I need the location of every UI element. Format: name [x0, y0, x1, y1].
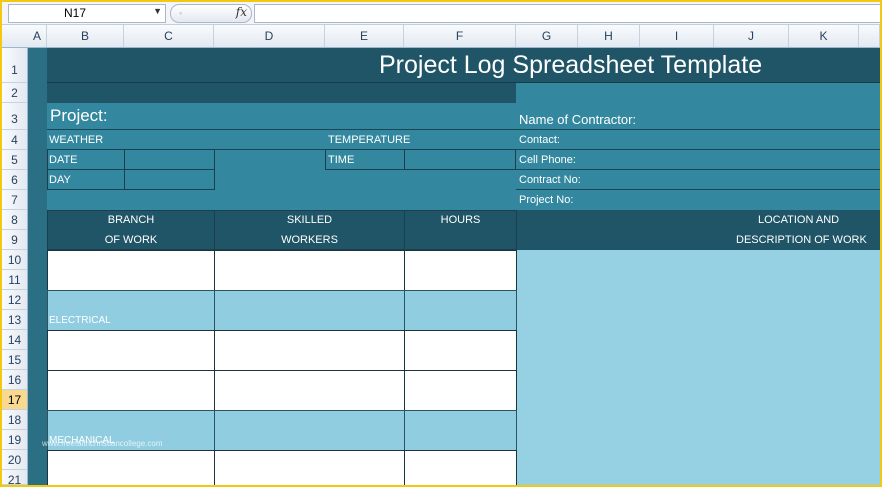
column-header-partial — [859, 25, 880, 47]
row-header[interactable]: 1 — [2, 48, 27, 83]
hours-header: HOURS — [440, 214, 481, 226]
branch-cell[interactable] — [47, 330, 215, 371]
worksheet-grid[interactable]: Project Log Spreadsheet Template Project… — [28, 48, 880, 485]
project-label: Project: — [50, 106, 108, 125]
workers-cell[interactable] — [214, 290, 405, 331]
branch-cell[interactable] — [47, 450, 215, 485]
location-header-line1: LOCATION AND — [758, 214, 840, 226]
column-header-e[interactable]: E — [325, 25, 404, 47]
watermark-text: www.freefaithchristiancollege.com — [42, 439, 163, 448]
branch-header-line2: OF WORK — [104, 234, 158, 246]
chevron-down-icon[interactable]: ▼ — [153, 6, 162, 16]
workers-cell[interactable] — [214, 250, 405, 291]
column-header-f[interactable]: F — [404, 25, 516, 47]
date-label: DATE — [49, 154, 78, 166]
branch-electrical: ELECTRICAL — [49, 315, 111, 326]
time-value-cell[interactable] — [404, 149, 516, 170]
header-band-left — [47, 83, 516, 103]
row-header[interactable]: 4 — [2, 130, 27, 150]
row-headers: 1 2 3 4 5 6 7 8 9 10 11 12 13 14 15 16 1… — [2, 48, 28, 485]
contact-label: Contact: — [519, 134, 560, 146]
weather-label: WEATHER — [49, 134, 104, 146]
contract-no-label: Contract No: — [519, 174, 581, 186]
row-header[interactable]: 9 — [2, 230, 27, 250]
row-header-selected[interactable]: 17 — [2, 390, 27, 410]
column-header-h[interactable]: H — [578, 25, 640, 47]
hours-cell[interactable] — [404, 250, 517, 291]
row-header[interactable]: 18 — [2, 410, 27, 430]
column-header-j[interactable]: J — [714, 25, 789, 47]
workers-cell[interactable] — [214, 370, 405, 411]
location-description-area[interactable] — [516, 250, 880, 485]
column-header-b[interactable]: B — [47, 25, 124, 47]
row-header[interactable]: 16 — [2, 370, 27, 390]
formula-controls: ◦ fx — [170, 4, 252, 23]
workers-cell[interactable] — [214, 330, 405, 371]
column-header-g[interactable]: G — [516, 25, 578, 47]
hours-cell[interactable] — [404, 410, 517, 451]
row-header[interactable]: 13 — [2, 310, 27, 330]
row-header[interactable]: 7 — [2, 190, 27, 210]
divider — [47, 129, 516, 130]
row-header[interactable]: 21 — [2, 470, 27, 485]
column-header-a[interactable]: A — [28, 25, 47, 47]
row-header[interactable]: 11 — [2, 270, 27, 290]
hours-cell[interactable] — [404, 450, 517, 485]
row-header[interactable]: 10 — [2, 250, 27, 270]
location-header-line2: DESCRIPTION OF WORK — [736, 234, 867, 246]
formula-input[interactable] — [254, 4, 880, 23]
hours-cell[interactable] — [404, 370, 517, 411]
header-band-right — [516, 83, 880, 103]
divider — [516, 189, 880, 190]
cell-phone-label: Cell Phone: — [519, 154, 576, 166]
column-headers: A B C D E F G H I J K — [2, 25, 880, 48]
row-header[interactable]: 15 — [2, 350, 27, 370]
row-header[interactable]: 20 — [2, 450, 27, 470]
column-header-d[interactable]: D — [214, 25, 325, 47]
row-header[interactable]: 12 — [2, 290, 27, 310]
row-header[interactable]: 6 — [2, 170, 27, 190]
workers-cell[interactable] — [214, 410, 405, 451]
branch-header-line1: BRANCH — [107, 214, 155, 226]
name-box-value: N17 — [64, 6, 87, 20]
row-header[interactable]: 2 — [2, 83, 27, 103]
workers-cell[interactable] — [214, 450, 405, 485]
column-header-c[interactable]: C — [124, 25, 214, 47]
grip-icon: ◦ — [179, 8, 183, 18]
row-header[interactable]: 14 — [2, 330, 27, 350]
column-header-k[interactable]: K — [789, 25, 859, 47]
date-value-cell[interactable] — [124, 149, 215, 170]
temperature-label: TEMPERATURE — [328, 134, 411, 146]
divider — [516, 149, 880, 150]
day-value-cell[interactable] — [124, 169, 215, 190]
hours-cell[interactable] — [404, 330, 517, 371]
divider — [516, 129, 880, 130]
branch-cell[interactable] — [47, 250, 215, 291]
formula-bar: N17 ▼ ◦ fx — [2, 2, 880, 25]
row-header[interactable]: 8 — [2, 210, 27, 230]
day-label: DAY — [49, 174, 71, 186]
name-box[interactable]: N17 ▼ — [8, 4, 166, 23]
skilled-header-line2: WORKERS — [281, 234, 338, 246]
row-header[interactable]: 3 — [2, 103, 27, 130]
column-header-i[interactable]: I — [640, 25, 714, 47]
insert-function-icon[interactable]: fx — [236, 5, 247, 19]
sheet-title: Project Log Spreadsheet Template — [379, 51, 763, 79]
branch-cell[interactable] — [47, 370, 215, 411]
divider — [516, 169, 880, 170]
time-label: TIME — [328, 154, 355, 166]
skilled-header-line1: SKILLED — [286, 214, 333, 226]
row-header[interactable]: 5 — [2, 150, 27, 170]
row-header[interactable]: 19 — [2, 430, 27, 450]
project-no-label: Project No: — [519, 194, 574, 206]
contractor-label: Name of Contractor: — [519, 112, 637, 127]
hours-cell[interactable] — [404, 290, 517, 331]
excel-window: N17 ▼ ◦ fx A B C D E F G H I J K 1 2 3 4… — [2, 2, 880, 485]
